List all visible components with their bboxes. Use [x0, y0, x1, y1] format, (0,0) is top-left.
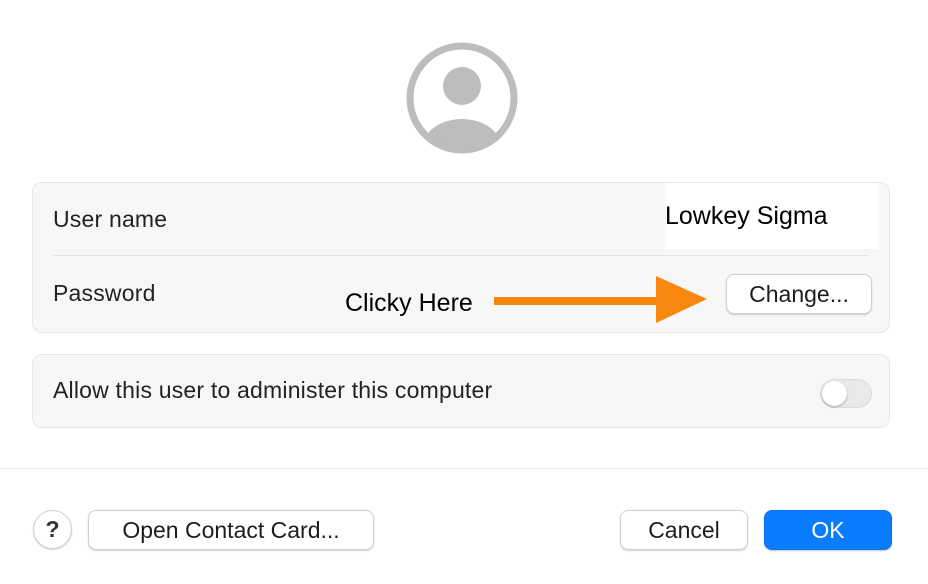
footer-divider	[0, 468, 928, 469]
username-value: Lowkey Sigma	[665, 202, 828, 230]
admin-permission-group: Allow this user to administer this compu…	[32, 354, 890, 428]
password-label: Password	[53, 280, 156, 306]
change-password-button[interactable]: Change...	[726, 274, 872, 314]
user-avatar[interactable]	[406, 42, 518, 154]
toggle-knob	[822, 381, 847, 406]
admin-toggle-label: Allow this user to administer this compu…	[53, 377, 493, 403]
row-divider	[53, 255, 869, 256]
username-label: User name	[53, 206, 168, 232]
arrow-right-icon	[494, 276, 707, 323]
person-circle-icon	[406, 42, 518, 154]
cancel-button[interactable]: Cancel	[620, 510, 748, 550]
ok-button[interactable]: OK	[764, 510, 892, 550]
admin-toggle[interactable]	[820, 379, 872, 408]
open-contact-card-button[interactable]: Open Contact Card...	[88, 510, 374, 550]
help-button[interactable]: ?	[33, 510, 72, 549]
annotation-text: Clicky Here	[345, 289, 473, 317]
